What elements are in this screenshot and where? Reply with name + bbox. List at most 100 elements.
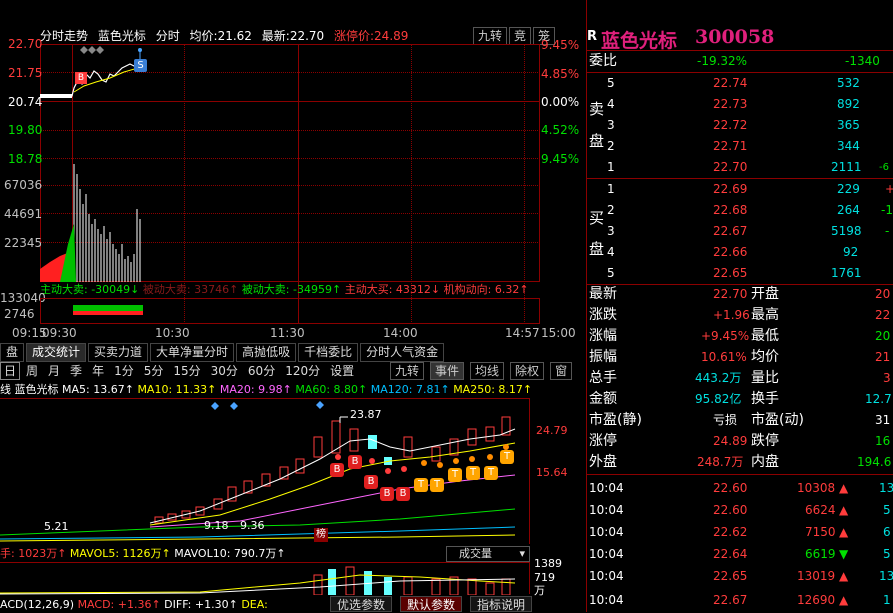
buy-2-vol: 264 xyxy=(837,203,860,217)
volume-selector[interactable]: 成交量 ▾ xyxy=(446,546,530,562)
kline-marker-t-3[interactable]: T xyxy=(448,468,462,482)
sell-1-chg: -6 xyxy=(879,162,889,173)
stat-row-7: 市盈(静) 亏损 市盈(动) 31 xyxy=(587,410,893,431)
volume-plot xyxy=(0,562,530,596)
kline-window-button[interactable]: 窗 xyxy=(550,362,573,380)
buy-row-5[interactable]: 5 22.65 1761 xyxy=(587,263,893,284)
sell-5-level: 5 xyxy=(607,76,615,90)
sell-row-3[interactable]: 3 22.72 365 xyxy=(587,115,893,136)
time-label-1030: 10:30 xyxy=(155,326,190,340)
tick-1-extra: 13 xyxy=(879,481,893,495)
stat-4-val2: 21 xyxy=(875,350,891,364)
period-quarter[interactable]: 季 xyxy=(66,362,86,380)
stat-5-key2: 量比 xyxy=(751,370,779,386)
macd-header: ACD(12,26,9) MACD: +1.36↑ DIFF: +1.30↑ D… xyxy=(0,597,268,612)
kline-marker-b-2[interactable]: B xyxy=(348,455,362,469)
buy-1-price: 22.69 xyxy=(713,182,748,196)
limit-value: 24.89 xyxy=(374,29,409,43)
buy-row-2[interactable]: 2 22.68 264 -1 xyxy=(587,200,893,221)
period-1min[interactable]: 1分 xyxy=(110,362,138,380)
kline-exright-button[interactable]: 除权 xyxy=(510,362,545,380)
tab-trade-stats[interactable]: 成交统计 xyxy=(26,343,87,362)
period-60min[interactable]: 60分 xyxy=(244,362,279,380)
kline-reversal-button[interactable]: 九转 xyxy=(390,362,425,380)
kline-event-button[interactable]: 事件 xyxy=(430,362,465,380)
sell-row-5[interactable]: 5 22.74 532 xyxy=(587,73,893,94)
bid-button[interactable]: 竞 xyxy=(509,27,532,45)
avg-value: 21.62 xyxy=(217,29,252,43)
kline-ma-header: 线 蓝色光标 MA5: 13.67↑ MA10: 11.33↑ MA20: 9.… xyxy=(0,382,585,398)
kline-marker-t-6[interactable]: T xyxy=(500,450,514,464)
tab-high-low[interactable]: 高抛低吸 xyxy=(236,343,297,362)
arrow-down-icon: ▼ xyxy=(839,547,849,561)
macd-value: MACD: +1.36↑ xyxy=(77,598,161,611)
period-15min[interactable]: 15分 xyxy=(169,362,204,380)
default-params-button[interactable]: 默认参数 xyxy=(400,596,463,612)
ma250-label: MA250: 8.17↑ xyxy=(453,383,533,396)
tab-pan[interactable]: 盘 xyxy=(0,343,25,362)
tick-5-price: 22.65 xyxy=(713,569,748,583)
arrow-up-icon: ▲ xyxy=(839,525,849,539)
kline-marker-b-1[interactable]: B xyxy=(330,463,344,477)
kline-low-label-1: 9.18 xyxy=(204,519,229,532)
buy-row-3[interactable]: 3 22.67 5198 - xyxy=(587,221,893,242)
kline-marker-t-1[interactable]: T xyxy=(414,478,428,492)
arrow-up-icon: ▲ xyxy=(839,503,849,517)
tab-big-order[interactable]: 大单净量分时 xyxy=(150,343,235,362)
kline-marker-t-5[interactable]: T xyxy=(484,466,498,480)
period-month[interactable]: 月 xyxy=(44,362,64,380)
buy-2-price: 22.68 xyxy=(713,203,748,217)
kline-ma-button[interactable]: 均线 xyxy=(470,362,505,380)
tab-popularity[interactable]: 分时人气资金 xyxy=(360,343,445,362)
volume-scale-top: 1389 xyxy=(534,557,562,570)
tick-3-vol: 7150 xyxy=(805,525,836,539)
kline-marker-t-2[interactable]: T xyxy=(430,478,444,492)
reversal-button[interactable]: 九转 xyxy=(473,27,508,45)
period-year[interactable]: 年 xyxy=(88,362,108,380)
kline-marker-t-4[interactable]: T xyxy=(466,466,480,480)
sell-row-4[interactable]: 4 22.73 892 xyxy=(587,94,893,115)
tab-order-ratio[interactable]: 千档委比 xyxy=(298,343,359,362)
indicator-help-button[interactable]: 指标说明 xyxy=(470,596,533,612)
stat-7-val: 亏损 xyxy=(713,413,738,427)
stat-6-key: 金额 xyxy=(589,391,617,407)
kline-high-label: 23.87 xyxy=(350,408,382,421)
tab-buy-sell-force[interactable]: 买卖力道 xyxy=(88,343,149,362)
optimized-params-button[interactable]: 优选参数 xyxy=(330,596,393,612)
tick-5-vol: 13019 xyxy=(797,569,836,583)
buy-row-1[interactable]: 1 22.69 229 + xyxy=(587,179,893,200)
arrow-up-icon: ▲ xyxy=(839,569,849,583)
stat-1-key: 最新 xyxy=(589,286,617,302)
period-30min[interactable]: 30分 xyxy=(207,362,242,380)
sell-row-2[interactable]: 2 22.71 344 xyxy=(587,136,893,157)
kline-marker-b-3[interactable]: B xyxy=(364,475,378,489)
stat-row-5: 总手 443.2万 量比 3 xyxy=(587,368,893,389)
stat-3-val2: 20 xyxy=(875,329,891,343)
stat-4-key: 振幅 xyxy=(589,349,617,365)
buy-5-vol: 1761 xyxy=(831,266,862,280)
kline-marker-b-5[interactable]: B xyxy=(396,487,410,501)
period-day[interactable]: 日 xyxy=(0,362,21,380)
stat-9-key2: 内盘 xyxy=(751,454,779,470)
quote-stock-code: 300058 xyxy=(695,26,775,48)
period-settings[interactable]: 设置 xyxy=(326,362,358,380)
tick-row-4: 10:04 22.64 6619 ▼ 5 xyxy=(587,544,893,565)
buy-row-4[interactable]: 4 22.66 92 xyxy=(587,242,893,263)
period-week[interactable]: 周 xyxy=(22,362,42,380)
quote-stock-name: 蓝色光标 xyxy=(601,30,678,52)
stat-2-key2: 最高 xyxy=(751,307,779,323)
period-120min[interactable]: 120分 xyxy=(281,362,324,380)
board-badge[interactable]: 榜 xyxy=(314,528,328,542)
stat-2-key: 涨跌 xyxy=(589,307,617,323)
stat-9-val: 248.7万 xyxy=(697,455,744,469)
tick-6-time: 10:04 xyxy=(589,593,624,607)
period-5min[interactable]: 5分 xyxy=(140,362,168,380)
arrow-up-icon: ▲ xyxy=(839,481,849,495)
stat-6-val: 95.82亿 xyxy=(695,392,742,406)
tick-row-5: 10:04 22.65 13019 ▲ 13 xyxy=(587,566,893,587)
quote-title: R 蓝色光标 300058 xyxy=(587,26,893,52)
kline-marker-b-4[interactable]: B xyxy=(380,487,394,501)
stat-row-9: 外盘 248.7万 内盘 194.6 xyxy=(587,452,893,473)
sell-row-1[interactable]: 1 22.70 2111 -6 xyxy=(587,157,893,178)
timeshare-panel[interactable]: 分时走势 蓝色光标 分时 均价:21.62 最新:22.70 涨停价:24.89… xyxy=(0,0,585,343)
